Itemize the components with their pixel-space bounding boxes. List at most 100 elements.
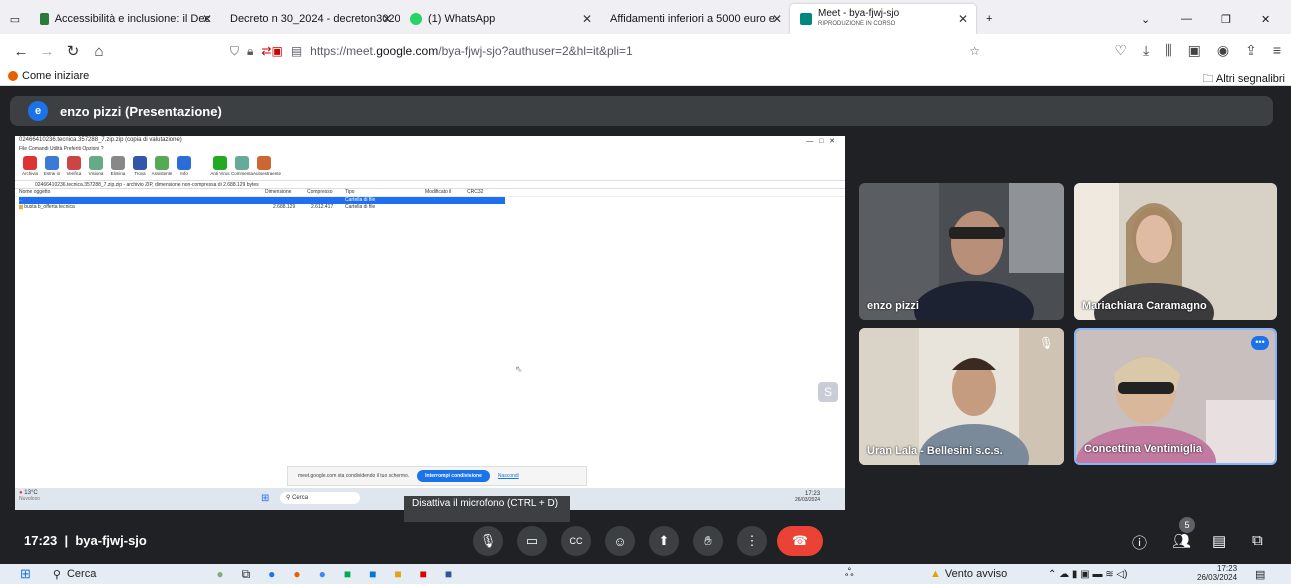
info-icon[interactable]: ⓘ [1132,532,1147,553]
close-tab-icon[interactable]: ✕ [772,12,782,26]
tab-overview-icon[interactable]: ▭ [0,4,30,34]
leave-call-button[interactable]: ☎︎ [777,526,823,556]
tab-decreto[interactable]: Decreto n 30_2024 - decreton30202 ✕ [220,4,400,34]
more-options-button[interactable]: ⋮ [737,526,767,556]
stop-sharing-button[interactable]: Interrompi condivisione [417,470,490,482]
outlook-icon[interactable]: ■ [369,567,376,582]
widgets-icon[interactable]: ● [216,567,223,582]
participant-tile-concettina[interactable]: ••• Concettina Ventimiglia [1074,328,1277,465]
back-icon[interactable]: ← [8,43,34,60]
present-icon: ⬆ [658,533,670,548]
lock-icon: 🔒︎ [247,43,254,58]
tab-meet[interactable]: Meet - bya-fjwj-sjo RIPRODUZIONE IN CORS… [790,4,976,34]
acrobat-icon[interactable]: ■ [420,567,427,582]
zip-tool-7[interactable]: Info [173,156,195,176]
home-icon[interactable]: ⌂ [86,43,112,60]
tab-whatsapp[interactable]: (1) WhatsApp ✕ [400,4,600,34]
word-icon[interactable]: ■ [445,567,452,582]
meet-icon [800,13,812,25]
reload-icon[interactable]: ↻ [60,42,86,60]
tool-label: Anti Virus [210,171,230,176]
minimize-button[interactable]: — [1171,4,1211,34]
zip-tool-9[interactable]: Commenta [231,156,253,176]
new-tab-button[interactable]: + [976,4,1006,34]
permissions-icon: ⇄▣ [261,44,283,58]
windows-start-icon[interactable]: ⊞ [20,566,31,582]
account-icon[interactable]: ◉ [1217,42,1229,59]
zip-tool-4[interactable]: Elimina [107,156,129,176]
weather-widget[interactable]: ▲ Vento avviso [930,568,1007,580]
participant-tile-enzo[interactable]: enzo pizzi [859,183,1064,320]
close-tab-icon[interactable]: ✕ [582,12,592,26]
sidebar-icon[interactable]: ▣ [1188,42,1201,59]
tool-icon [213,156,227,170]
restore-button[interactable]: ❐ [1211,4,1251,34]
present-button[interactable]: ⬆ [649,526,679,556]
inner-weather: ● 13°C Nuvoloso [19,490,40,502]
zip-tool-0[interactable]: Archivia [19,156,41,176]
system-tray-icons[interactable]: ⌃ ☁ ▮ ▣ ▬ ≋ ◁) [1048,569,1127,580]
tool-label: Estrai in [43,171,61,176]
zip-path: 02466410236.tecnica.357288_7.zip.zip - a… [15,180,845,189]
close-tab-icon[interactable]: ✕ [958,12,968,26]
chrome-icon[interactable]: ● [319,567,326,582]
zip-tool-8[interactable]: Anti Virus [209,156,231,176]
participant-name: Uran Lala - Bellesini s.c.s. [867,445,1003,457]
tab-accessibilita[interactable]: Accessibilità e inclusione: il Dec ✕ [30,4,220,34]
raise-hand-button[interactable]: ✋︎ [693,526,723,556]
taskbar-clock[interactable]: 17:23 26/03/2024 [1197,564,1237,582]
menu-icon[interactable]: ≡ [1273,42,1281,59]
zip-row-selected[interactable]: .. Cartella di file [19,197,505,204]
taskbar-search[interactable]: Cerca [67,568,96,580]
chat-people-icon[interactable]: ஃ [845,567,854,581]
camera-button[interactable]: ▭ [517,526,547,556]
zip-tool-10[interactable]: Autoestraente [253,156,281,176]
forward-icon[interactable]: → [34,43,60,60]
bookmark-come-iniziare[interactable]: Come iniziare [8,70,89,82]
folder-icon: 🗀︎ [1202,73,1214,85]
shared-screen: 02466410236.tecnica.357288_7.zip.zip (co… [15,136,845,510]
search-icon: ⚲ [52,568,61,581]
bookmark-star-icon[interactable]: ☆ [969,44,980,58]
participant-tile-mariachiara[interactable]: Mariachiara Caramagno [1074,183,1277,320]
zip-tool-1[interactable]: Estrai in [41,156,63,176]
people-icon[interactable]: 👥︎ [1172,532,1191,550]
address-bar[interactable]: ⛉ 🔒︎ ⇄▣ ▤ https://meet. google.com/bya-fj… [230,39,980,63]
library-icon[interactable]: ⫼ [1165,42,1171,59]
chat-icon[interactable]: ▤ [1212,532,1226,550]
explorer-icon[interactable]: ■ [394,567,401,582]
extensions-icon[interactable]: ⇪ [1245,42,1257,59]
hand-icon: ✋︎ [704,533,712,548]
tool-icon [45,156,59,170]
share-float-icon[interactable]: S [818,382,838,402]
tab-affidamenti[interactable]: Affidamenti inferiori a 5000 euro e ✕ [600,4,790,34]
activities-icon[interactable]: ⧉ [1252,532,1263,549]
zip-title-bar: 02466410236.tecnica.357288_7.zip.zip (co… [15,136,845,146]
firefox-app-icon[interactable]: ● [293,567,300,582]
participant-tile-uran[interactable]: 🎙︎ Uran Lala - Bellesini s.c.s. [859,328,1064,465]
emoji-button[interactable]: ☺ [605,526,635,556]
captions-button[interactable]: CC [561,526,591,556]
zip-tool-6[interactable]: Assistente [151,156,173,176]
bookmarks-bar: Come iniziare 🗀︎ Altri segnalibri [0,68,1291,86]
zip-tool-2[interactable]: Verifica [63,156,85,176]
notifications-icon[interactable]: ▤ [1255,568,1265,581]
hide-button[interactable]: Nascondi [498,473,519,479]
close-tab-icon[interactable]: ✕ [202,12,212,26]
zip-toolbar: Archivia Estrai in Verifica Visiona Elimina T… [15,154,845,180]
pocket-icon[interactable]: ♡ [1114,42,1127,59]
store-icon[interactable]: ■ [344,567,351,582]
mouse-cursor-icon: ⇖ [515,364,523,374]
downloads-icon[interactable]: ⤓ [1143,42,1149,59]
close-tab-icon[interactable]: ✕ [382,12,392,26]
edge-icon[interactable]: ● [268,567,275,582]
tab-list-icon[interactable]: ⌄ [1131,4,1171,34]
microphone-button[interactable]: 🎙︎ [473,526,503,556]
zip-row[interactable]: ▆ busta b_offerta tecnica 2.688.129 2.61… [15,204,845,211]
zip-tool-3[interactable]: Visiona [85,156,107,176]
more-options-icon[interactable]: ••• [1251,336,1269,350]
close-window-button[interactable]: ✕ [1251,4,1291,34]
reader-icon: ▤ [290,44,303,58]
zip-tool-5[interactable]: Trova [129,156,151,176]
taskview-icon[interactable]: ⧉ [242,567,251,582]
